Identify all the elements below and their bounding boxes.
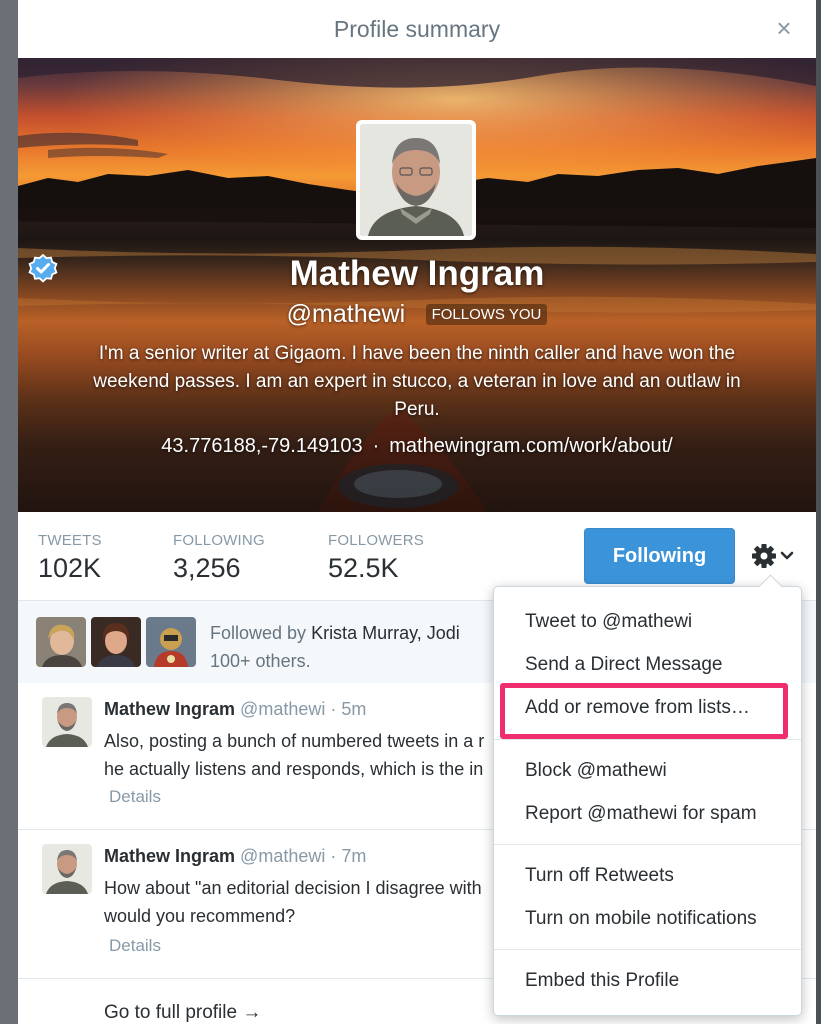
profile-website-link[interactable]: mathewingram.com/work/about/ [389,435,672,457]
menu-divider [494,949,801,950]
follower-avatar[interactable] [91,617,141,667]
profile-location: 43.776188,-79.149103 [161,435,363,457]
menu-item-embed-profile[interactable]: Embed this Profile [525,970,679,992]
stat-followers-label: FOLLOWERS [328,532,424,549]
stat-following[interactable]: FOLLOWING 3,256 [173,532,265,584]
verified-badge-icon [28,254,58,283]
gear-icon [752,544,794,568]
profile-banner: Mathew Ingram @mathewi FOLLOWS YOU I'm a… [18,58,816,512]
tweet-text: How about "an editorial decision I disag… [104,874,482,930]
profile-bio: I'm a senior writer at Gigaom. I have be… [93,343,741,420]
profile-photo [360,124,472,236]
tweet-text: Also, posting a bunch of numbered tweets… [104,727,484,783]
menu-item-send-dm[interactable]: Send a Direct Message [525,654,723,676]
tweet-text-line: he actually listens and responds, which … [104,759,484,779]
tweet-author-handle[interactable]: @mathewi [240,699,325,719]
followed-by-text: Followed by Krista Murray, Jodi 100+ oth… [210,619,460,675]
stat-tweets-value: 102K [38,553,102,583]
tweet-text-line: Also, posting a bunch of numbered tweets… [104,731,485,751]
stat-followers-value: 52.5K [328,553,399,583]
tweet-avatar[interactable] [42,697,92,747]
profile-avatar[interactable] [356,120,476,240]
followed-by-suffix[interactable]: 100+ others. [210,651,311,671]
tweet-timestamp[interactable]: · 5m [330,699,366,719]
menu-item-report-spam[interactable]: Report @mathewi for spam [525,803,757,825]
tweet-timestamp[interactable]: · 7m [330,846,366,866]
follower-avatar[interactable] [146,617,196,667]
tweet-details-link[interactable]: Details [109,787,161,807]
separator-dot: · [372,435,380,457]
profile-summary-modal: Profile summary × Mathew Ingram @mathewi… [18,0,816,1024]
tweet-text-line: would you recommend? [104,906,296,926]
profile-handle[interactable]: @mathewi [287,300,405,328]
close-button[interactable]: × [772,14,796,42]
modal-title: Profile summary [333,16,501,42]
stat-following-value: 3,256 [173,553,241,583]
user-actions-menu: Tweet to @mathewi Send a Direct Message … [493,574,802,1016]
followed-by-names[interactable]: Krista Murray, Jodi [311,623,460,643]
menu-item-mobile-notifications[interactable]: Turn on mobile notifications [525,908,757,930]
profile-name[interactable]: Mathew Ingram [290,254,545,293]
stat-tweets-label: TWEETS [38,532,102,549]
menu-item-tweet-to[interactable]: Tweet to @mathewi [525,611,692,633]
user-actions-dropdown-button[interactable] [748,538,800,574]
menu-divider [494,844,801,845]
menu-divider [494,739,801,740]
tweet-author-handle[interactable]: @mathewi [240,846,325,866]
tweet-header: Mathew Ingram @mathewi · 7m [104,846,366,867]
modal-header: Profile summary × [18,0,816,59]
tweet-details-link[interactable]: Details [109,936,161,956]
profile-name-row: Mathew Ingram [18,254,816,294]
chevron-down-icon [780,551,794,560]
stat-following-label: FOLLOWING [173,532,265,549]
following-button[interactable]: Following [584,528,735,584]
followed-by-prefix: Followed by [210,623,312,643]
handle-row: @mathewi FOLLOWS YOU [18,300,816,329]
tweet-author-name[interactable]: Mathew Ingram [104,846,235,866]
menu-item-turn-off-retweets[interactable]: Turn off Retweets [525,865,674,887]
annotation-highlight-box [500,683,788,739]
tweet-header: Mathew Ingram @mathewi · 5m [104,699,366,720]
follower-avatar[interactable] [36,617,86,667]
menu-item-block[interactable]: Block @mathewi [525,760,667,782]
location-website-row: 43.776188,-79.149103 · mathewingram.com/wo… [18,435,816,458]
tweet-author-name[interactable]: Mathew Ingram [104,699,235,719]
stat-followers[interactable]: FOLLOWERS 52.5K [328,532,424,584]
follows-you-badge: FOLLOWS YOU [425,304,548,325]
page-backdrop [0,0,18,1024]
stat-tweets[interactable]: TWEETS 102K [38,532,102,584]
page-backdrop-right [816,0,821,1024]
go-to-full-profile-link[interactable]: Go to full profile → [104,1002,261,1024]
tweet-text-line: How about "an editorial decision I disag… [104,878,482,898]
tweet-avatar[interactable] [42,844,92,894]
